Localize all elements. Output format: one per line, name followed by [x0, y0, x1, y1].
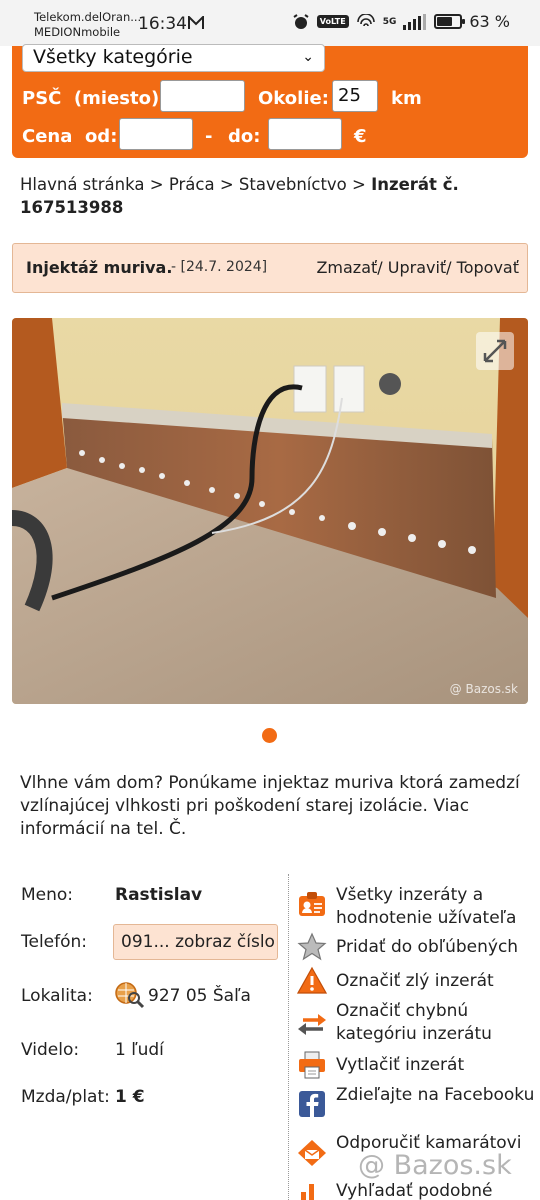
action-report-listing[interactable]: Označiť zlý inzerát	[336, 970, 536, 993]
seller-name: Rastislav	[115, 885, 203, 905]
seller-card-icon	[299, 892, 325, 916]
breadcrumb-subcategory[interactable]: Stavebníctvo	[239, 175, 347, 194]
currency-label: €	[354, 126, 367, 147]
fullscreen-button[interactable]	[476, 332, 514, 370]
photo-pager-dot[interactable]	[262, 728, 277, 743]
warning-icon	[297, 966, 327, 994]
phone-label: Telefón:	[21, 932, 88, 952]
price-to-input[interactable]	[268, 118, 342, 150]
action-all-listings[interactable]: Všetky inzeráty a hodnotenie užívateľa	[336, 884, 536, 930]
breadcrumb-home[interactable]: Hlavná stránka	[20, 175, 144, 194]
salary-label: Mzda/plat:	[21, 1087, 110, 1107]
price-to-label: do:	[228, 126, 261, 147]
action-print[interactable]: Vytlačiť inzerát	[336, 1054, 536, 1077]
listing-manage-links[interactable]: Zmazať/ Upraviť/ Topovať	[316, 258, 519, 277]
search-panel: Všetky kategórie ⌄ PSČ (miesto): Okolie:…	[12, 44, 528, 158]
salary-value: 1 €	[115, 1087, 145, 1107]
status-icons: VoLTE 5G 63 %	[292, 12, 510, 31]
facebook-icon	[299, 1091, 325, 1117]
notification-m-icon	[188, 16, 204, 29]
action-report-category[interactable]: Označiť chybnú kategóriu inzerátu	[336, 1000, 536, 1046]
envelope-icon	[298, 1140, 326, 1166]
listing-date: - [24.7. 2024]	[171, 259, 268, 275]
radius-input[interactable]: 25	[332, 80, 378, 112]
alarm-icon	[293, 13, 309, 29]
page-watermark: @ Bazos.sk	[358, 1150, 512, 1181]
listing-title-bar: Injektáž muriva. - [24.7. 2024] Zmazať/ …	[12, 243, 528, 293]
views-count: 1 ľudí	[115, 1040, 164, 1060]
listing-title: Injektáž muriva.	[26, 258, 173, 277]
clock: 16:34	[138, 14, 187, 34]
location-search-icon	[115, 982, 145, 1009]
breadcrumb-category[interactable]: Práca	[169, 175, 215, 194]
swap-arrows-icon	[298, 1014, 326, 1035]
column-divider	[288, 874, 289, 1200]
status-bar: Telekom.delOran... MEDIONmobile 16:34 Vo…	[0, 0, 540, 46]
psc-label: PSČ (miesto):	[22, 88, 167, 109]
printer-icon	[299, 1051, 325, 1079]
psc-input[interactable]	[160, 80, 245, 112]
volte-icon: VoLTE	[316, 15, 349, 28]
category-select[interactable]: Všetky kategórie ⌄	[22, 44, 325, 72]
battery-icon	[434, 14, 466, 29]
location-label: Lokalita:	[21, 986, 93, 1006]
photo-watermark: @ Bazos.sk	[449, 682, 518, 696]
breadcrumb: Hlavná stránka > Práca > Stavebníctvo > …	[20, 175, 459, 217]
battery-percent: 63 %	[469, 12, 510, 31]
price-dash: -	[205, 126, 213, 147]
action-search-similar[interactable]: Vyhľadať podobné	[336, 1180, 536, 1200]
expand-icon	[483, 339, 507, 363]
listing-description: Vlhne vám dom? Ponúkame injektaz muriva …	[20, 773, 520, 839]
action-add-favorite[interactable]: Pridať do obľúbených	[336, 936, 536, 959]
show-phone-button[interactable]: 091... zobraz číslo	[113, 924, 278, 960]
radius-unit: km	[391, 88, 422, 109]
radius-label: Okolie:	[258, 88, 329, 109]
carrier-name: Telekom.delOran... MEDIONmobile	[34, 10, 142, 39]
price-from-input[interactable]	[119, 118, 193, 150]
chevron-down-icon: ⌄	[302, 49, 314, 65]
signal-bars-icon	[403, 13, 427, 30]
views-label: Videlo:	[21, 1040, 80, 1060]
search-similar-icon	[301, 1184, 314, 1200]
action-share-facebook[interactable]: Zdieľajte na Facebooku	[336, 1084, 536, 1107]
seller-location[interactable]: 927 05 Šaľa	[148, 986, 251, 1006]
star-icon	[297, 932, 327, 961]
wall-photo-image	[12, 318, 528, 704]
name-label: Meno:	[21, 885, 74, 905]
listing-photo[interactable]: @ Bazos.sk	[12, 318, 528, 704]
signal-5g-icon: 5G	[382, 16, 397, 27]
price-label: Cena od:	[22, 126, 118, 147]
wifi-calling-icon	[356, 13, 375, 26]
